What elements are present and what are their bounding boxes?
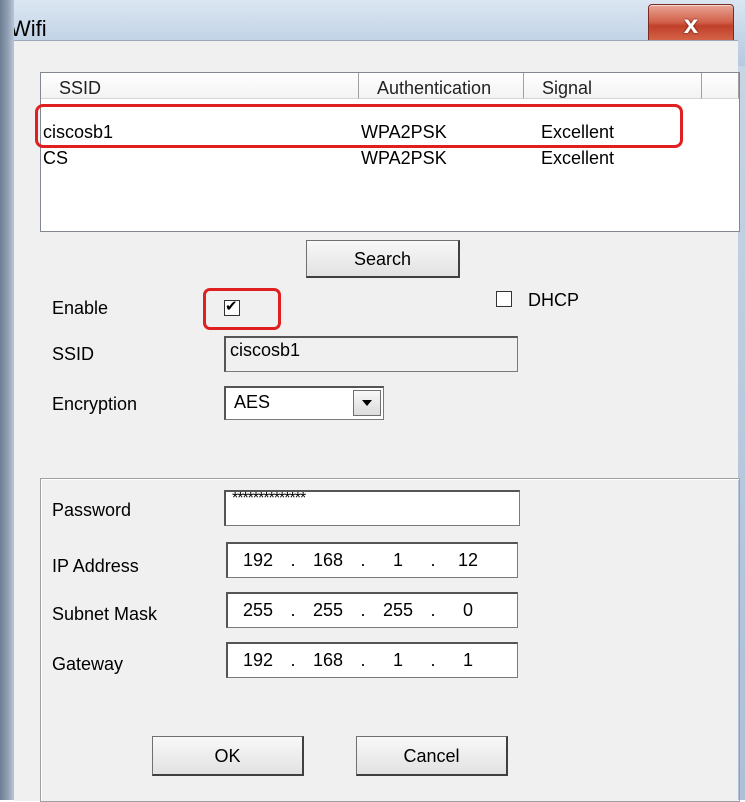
password-label: Password bbox=[52, 500, 132, 520]
gateway-octet: 1 bbox=[462, 650, 473, 670]
search-button[interactable]: Search bbox=[306, 240, 460, 278]
network-list[interactable]: SSID Authentication Signal ciscosb1 WPA2… bbox=[40, 72, 740, 232]
chevron-down-icon bbox=[362, 400, 372, 406]
encryption-value: AES bbox=[234, 392, 271, 412]
subnet-octet: 0 bbox=[462, 600, 473, 620]
selection-highlight-annotation bbox=[35, 104, 683, 148]
ip-address-field[interactable]: 192 . 168 . 1 . 12 bbox=[226, 542, 518, 578]
window-left-border bbox=[0, 0, 14, 800]
password-field[interactable]: ************** bbox=[224, 490, 520, 526]
subnet-octet: 255 bbox=[242, 600, 274, 620]
column-header-filler bbox=[702, 73, 739, 99]
window-title: Wifi bbox=[10, 16, 47, 41]
gateway-octet: 192 bbox=[242, 650, 274, 670]
ip-dot: . bbox=[290, 650, 296, 670]
ip-dot: . bbox=[290, 600, 296, 620]
gateway-label: Gateway bbox=[52, 654, 124, 674]
ssid-value: ciscosb1 bbox=[230, 340, 301, 360]
column-header-authentication[interactable]: Authentication bbox=[359, 73, 524, 99]
ip-octet: 168 bbox=[312, 550, 344, 570]
enable-highlight-annotation bbox=[203, 288, 281, 330]
gateway-field[interactable]: 192 . 168 . 1 . 1 bbox=[226, 642, 518, 678]
ip-dot: . bbox=[360, 550, 366, 570]
enable-label: Enable bbox=[52, 298, 109, 318]
ip-dot: . bbox=[430, 650, 436, 670]
dhcp-label: DHCP bbox=[528, 290, 580, 310]
dropdown-button[interactable] bbox=[353, 390, 381, 416]
ip-dot: . bbox=[360, 650, 366, 670]
subnet-octet: 255 bbox=[382, 600, 414, 620]
row-ssid: CS bbox=[43, 148, 69, 168]
ip-octet: 192 bbox=[242, 550, 274, 570]
row-authentication: WPA2PSK bbox=[361, 148, 447, 168]
column-header-ssid[interactable]: SSID bbox=[41, 73, 359, 99]
dhcp-checkbox[interactable] bbox=[496, 291, 512, 307]
password-value: ************** bbox=[232, 490, 306, 507]
gateway-octet: 168 bbox=[312, 650, 344, 670]
ip-dot: . bbox=[430, 600, 436, 620]
subnet-mask-field[interactable]: 255 . 255 . 255 . 0 bbox=[226, 592, 518, 628]
close-button[interactable]: x bbox=[648, 4, 734, 44]
ip-dot: . bbox=[290, 550, 296, 570]
gateway-octet: 1 bbox=[392, 650, 403, 670]
column-header-signal[interactable]: Signal bbox=[524, 73, 702, 99]
ip-octet: 1 bbox=[392, 550, 403, 570]
ssid-field[interactable]: ciscosb1 bbox=[224, 336, 518, 372]
ip-octet: 12 bbox=[457, 550, 479, 570]
ssid-label: SSID bbox=[52, 344, 95, 364]
ok-button[interactable]: OK bbox=[152, 736, 304, 776]
subnet-octet: 255 bbox=[312, 600, 344, 620]
subnet-mask-label: Subnet Mask bbox=[52, 604, 158, 624]
close-icon: x bbox=[683, 9, 699, 39]
ip-address-label: IP Address bbox=[52, 556, 139, 576]
cancel-button[interactable]: Cancel bbox=[356, 736, 508, 776]
encryption-label: Encryption bbox=[52, 394, 138, 414]
row-signal: Excellent bbox=[541, 148, 615, 168]
ip-dot: . bbox=[430, 550, 436, 570]
list-row[interactable]: CS WPA2PSK Excellent bbox=[41, 147, 681, 171]
encryption-select[interactable]: AES bbox=[224, 386, 384, 420]
ip-dot: . bbox=[360, 600, 366, 620]
